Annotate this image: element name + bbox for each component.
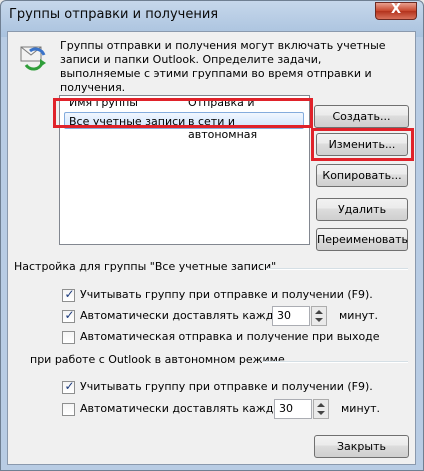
offline-divider <box>262 361 408 363</box>
create-button[interactable]: Создать... <box>314 105 409 128</box>
dialog-window: Группы отправки и получения X Группы отп… <box>0 0 424 471</box>
window-title: Группы отправки и получения <box>9 7 219 22</box>
offline-spinner[interactable] <box>313 399 329 419</box>
send-receive-icon <box>20 46 46 71</box>
edit-button[interactable]: Изменить... <box>316 133 408 156</box>
offline-include-checkbox[interactable]: ✓ <box>62 379 75 394</box>
include-group-label[interactable]: Учитывать группу при отправке и получени… <box>80 288 373 301</box>
chevron-down-icon[interactable] <box>317 411 325 415</box>
chevron-down-icon[interactable] <box>315 318 323 322</box>
offline-minutes-label: минут. <box>341 402 381 415</box>
offline-minutes-input[interactable]: 30 <box>274 399 312 419</box>
chevron-up-icon[interactable] <box>317 403 325 407</box>
close-window-button[interactable]: X <box>375 2 417 20</box>
include-group-checkbox[interactable]: ✓ <box>62 287 75 302</box>
schedule-label[interactable]: Автоматически доставлять каждые <box>80 309 289 322</box>
schedule-minutes-input[interactable]: 30 <box>272 306 310 326</box>
schedule-spinner[interactable] <box>311 306 327 326</box>
highlight-frame-list <box>53 98 313 128</box>
offline-schedule-checkbox[interactable] <box>62 403 75 416</box>
exit-send-checkbox[interactable] <box>62 331 75 344</box>
title-bar[interactable]: Группы отправки и получения X <box>1 1 423 31</box>
dialog-client: Группы отправки и получения могут включа… <box>7 31 416 465</box>
rename-button[interactable]: Переименовать <box>316 228 408 251</box>
group-divider <box>266 268 408 270</box>
close-button[interactable]: Закрыть <box>314 435 409 458</box>
settings-header: Настройка для группы "Все учетные записи… <box>14 260 277 273</box>
delete-button[interactable]: Удалить <box>316 198 408 221</box>
chevron-up-icon[interactable] <box>315 310 323 314</box>
close-icon: X <box>390 2 402 17</box>
minutes-label: минут. <box>339 309 379 322</box>
copy-button[interactable]: Копировать... <box>316 164 408 187</box>
exit-send-label[interactable]: Автоматическая отправка и получение при … <box>80 330 380 343</box>
description-text: Группы отправки и получения могут включа… <box>60 39 386 94</box>
offline-header: при работе с Outlook в автономном режиме <box>30 353 285 366</box>
offline-include-label[interactable]: Учитывать группу при отправке и получени… <box>80 380 373 393</box>
schedule-checkbox[interactable]: ✓ <box>62 308 75 323</box>
offline-schedule-label[interactable]: Автоматически доставлять каждые <box>80 402 289 415</box>
